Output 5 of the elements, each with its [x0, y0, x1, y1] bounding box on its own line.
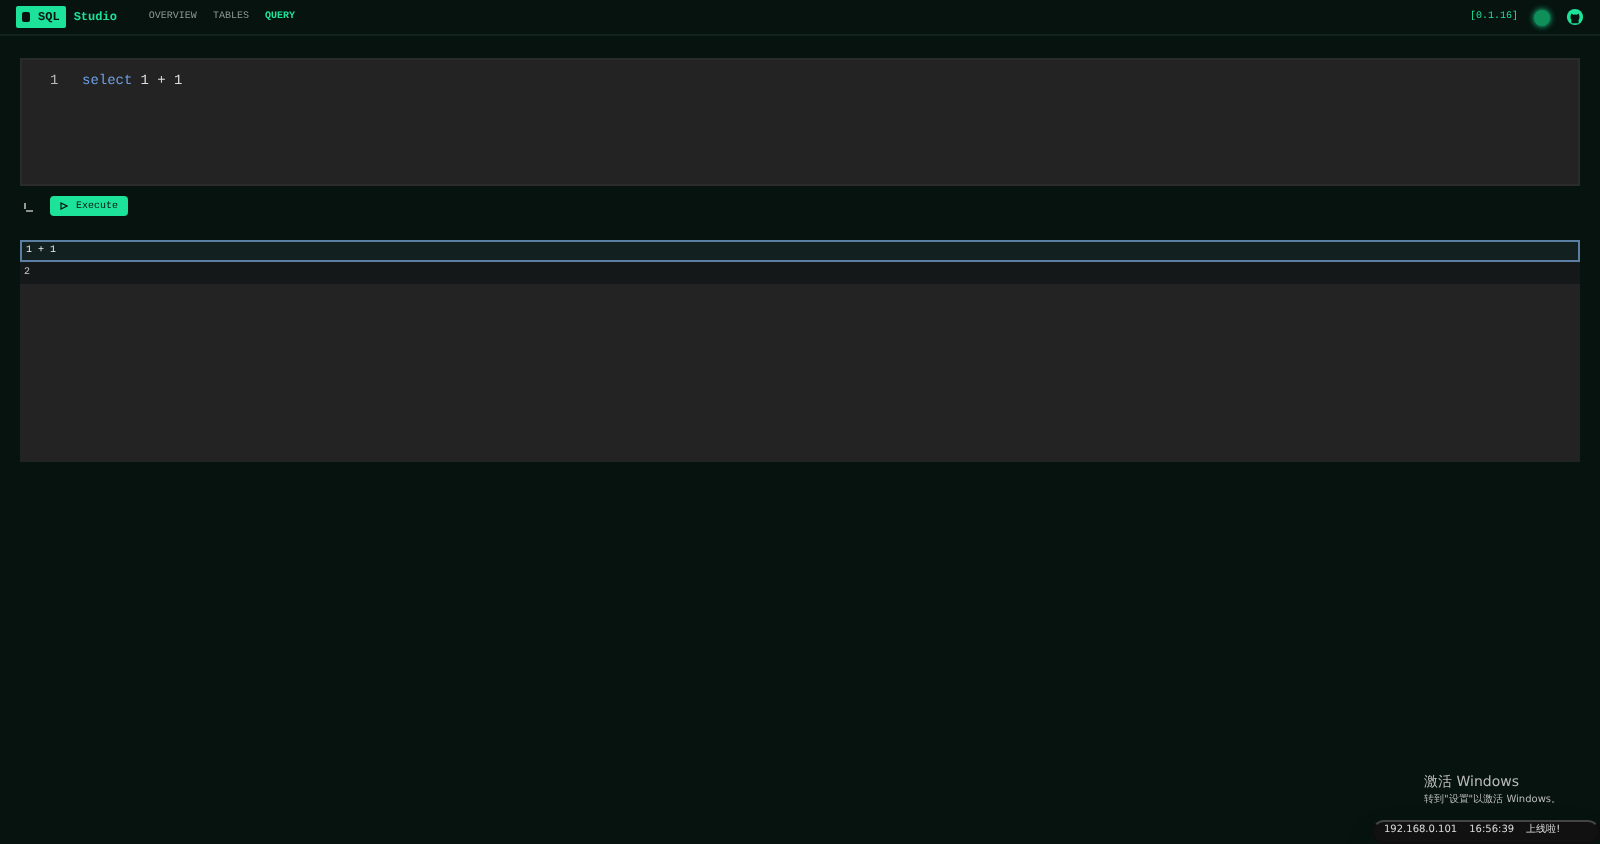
github-icon[interactable]	[1566, 8, 1584, 26]
terminal-icon	[24, 201, 34, 211]
play-icon	[60, 202, 68, 210]
database-icon	[22, 12, 30, 22]
status-indicator	[1534, 9, 1550, 25]
